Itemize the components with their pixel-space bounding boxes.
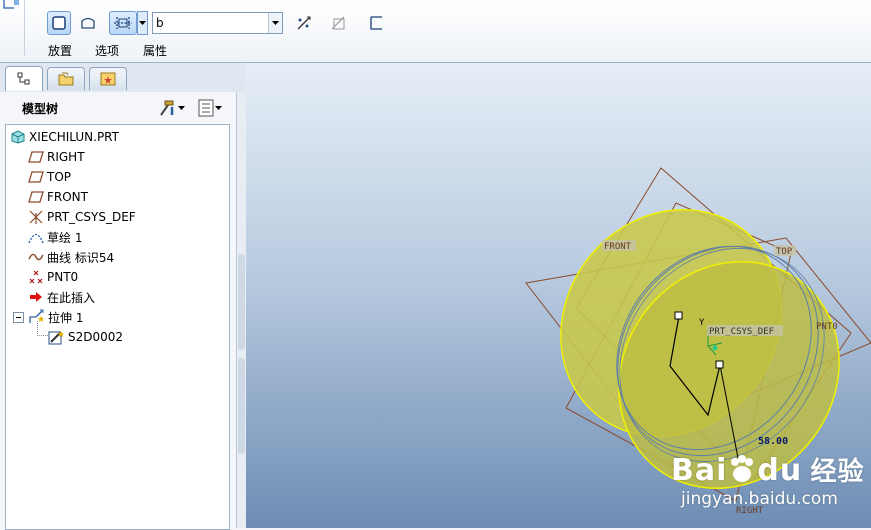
tree-item-label: XIECHILUN.PRT — [29, 130, 119, 144]
model-tree-icon — [17, 72, 30, 85]
datum-plane-icon — [27, 189, 45, 205]
tree-item-top-plane[interactable]: TOP — [27, 167, 71, 187]
part-icon — [9, 129, 27, 145]
navigator-tabs — [0, 63, 246, 93]
tree-item-label: 草绘 1 — [47, 230, 83, 245]
baidu-jingyan-watermark: Bai du 经验 jingyan.baidu.com — [671, 451, 865, 509]
tree-item-insert-here[interactable]: 在此插入 — [27, 287, 95, 307]
extrude-dashboard: b 放置 选项 属性 — [0, 0, 871, 63]
chevron-down-icon — [215, 105, 222, 110]
csys-label[interactable]: PRT_CSYS_DEF — [709, 327, 774, 337]
tree-item-label: FRONT — [47, 190, 88, 204]
datum-plane-icon — [27, 169, 45, 185]
collapse-toggle-icon[interactable] — [13, 311, 24, 323]
tree-item-label: PNT0 — [47, 270, 79, 284]
list-options-icon — [198, 99, 214, 117]
insert-arrow-icon — [27, 289, 45, 305]
paw-icon — [731, 455, 754, 482]
surface-icon — [81, 17, 95, 29]
section-sketch-icon — [48, 329, 66, 345]
depth-dimension[interactable]: 58.00 — [758, 436, 788, 447]
tree-item-label: 在此插入 — [47, 290, 96, 305]
surface-extrude-button[interactable] — [76, 11, 100, 35]
tools-icon — [160, 100, 174, 116]
solid-icon — [52, 16, 66, 30]
tab-placement[interactable]: 放置 — [48, 42, 72, 59]
tree-item-point[interactable]: PNT0 — [27, 267, 78, 287]
depth-option-button[interactable] — [109, 11, 137, 35]
tree-item-label: TOP — [47, 170, 72, 184]
tab-properties[interactable]: 属性 — [143, 42, 167, 59]
front-plane-label[interactable]: FRONT — [604, 242, 632, 252]
csys-origin-marker — [712, 345, 718, 351]
depth-value-combo[interactable]: b — [152, 12, 283, 34]
solid-extrude-button[interactable] — [47, 11, 71, 35]
tab-favorites[interactable] — [89, 67, 127, 90]
tree-item-section[interactable]: S2D0002 — [48, 327, 123, 347]
tab-folder-browser[interactable] — [47, 67, 85, 90]
chevron-down-icon — [178, 105, 185, 110]
panel-splitter[interactable] — [237, 92, 246, 528]
model-tree-panel: 模型树 XIECHILUN.PRT RIGHT TOP FRONT PRT_CS… — [0, 92, 237, 530]
folder-icon — [58, 72, 74, 86]
show-menu-button[interactable] — [197, 98, 229, 118]
y-axis-label: Y — [699, 318, 705, 328]
graphics-viewport[interactable]: Y FRONT TOP PRT_CSYS_DEF PNT0 RIGHT 58.0… — [246, 63, 871, 528]
tree-item-front-plane[interactable]: FRONT — [27, 187, 88, 207]
combo-dropdown-arrow[interactable] — [268, 13, 282, 33]
tree-item-curve[interactable]: 曲线 标识54 — [27, 247, 114, 267]
tree-item-label: PRT_CSYS_DEF — [47, 210, 136, 224]
thicken-icon — [370, 16, 382, 30]
tree-item-right-plane[interactable]: RIGHT — [27, 147, 85, 167]
splitter-grip[interactable] — [238, 358, 245, 454]
remove-material-button[interactable] — [326, 11, 350, 35]
tree-item-label: S2D0002 — [68, 330, 124, 344]
watermark-product: 经验 — [810, 457, 865, 487]
tree-item-label: 曲线 标识54 — [47, 250, 115, 265]
depth-blind-icon — [114, 17, 132, 29]
coordinate-system-icon — [27, 209, 45, 225]
tree-item-part[interactable]: XIECHILUN.PRT — [9, 127, 119, 147]
model-tree-header: 模型树 — [0, 92, 236, 122]
drag-handle[interactable] — [715, 360, 724, 369]
watermark-brand-suffix: du — [757, 453, 803, 488]
top-plane-label[interactable]: TOP — [776, 247, 793, 257]
model-tree-title: 模型树 — [22, 102, 59, 116]
tree-item-csys[interactable]: PRT_CSYS_DEF — [27, 207, 136, 227]
favorites-icon — [100, 72, 116, 86]
small-corner-icon — [3, 0, 19, 9]
model-tree: XIECHILUN.PRT RIGHT TOP FRONT PRT_CSYS_D… — [5, 124, 230, 530]
depth-option-dropdown[interactable] — [137, 11, 148, 35]
chevron-down-icon — [272, 20, 279, 25]
drag-handle[interactable] — [674, 311, 683, 320]
datum-plane-icon — [27, 149, 45, 165]
tab-options[interactable]: 选项 — [95, 42, 119, 59]
curve-icon — [27, 249, 45, 265]
flip-direction-button[interactable] — [292, 11, 316, 35]
datum-point-icon — [27, 269, 45, 285]
point-label[interactable]: PNT0 — [816, 322, 838, 332]
tab-model-tree[interactable] — [5, 66, 43, 91]
sketch-icon — [27, 229, 45, 245]
thicken-sketch-button[interactable] — [364, 11, 388, 35]
watermark-brand: Bai — [671, 453, 728, 488]
settings-menu-button[interactable] — [158, 98, 190, 118]
flip-direction-icon — [297, 16, 311, 30]
tree-item-label: 拉伸 1 — [48, 310, 84, 325]
dashboard-separator — [24, 0, 25, 56]
remove-material-icon — [331, 16, 345, 30]
tree-item-sketch[interactable]: 草绘 1 — [27, 227, 82, 247]
splitter-grip[interactable] — [238, 254, 245, 350]
depth-value-text[interactable]: b — [153, 13, 268, 33]
watermark-url: jingyan.baidu.com — [681, 489, 838, 509]
chevron-down-icon — [139, 20, 146, 25]
tree-item-label: RIGHT — [47, 150, 85, 164]
